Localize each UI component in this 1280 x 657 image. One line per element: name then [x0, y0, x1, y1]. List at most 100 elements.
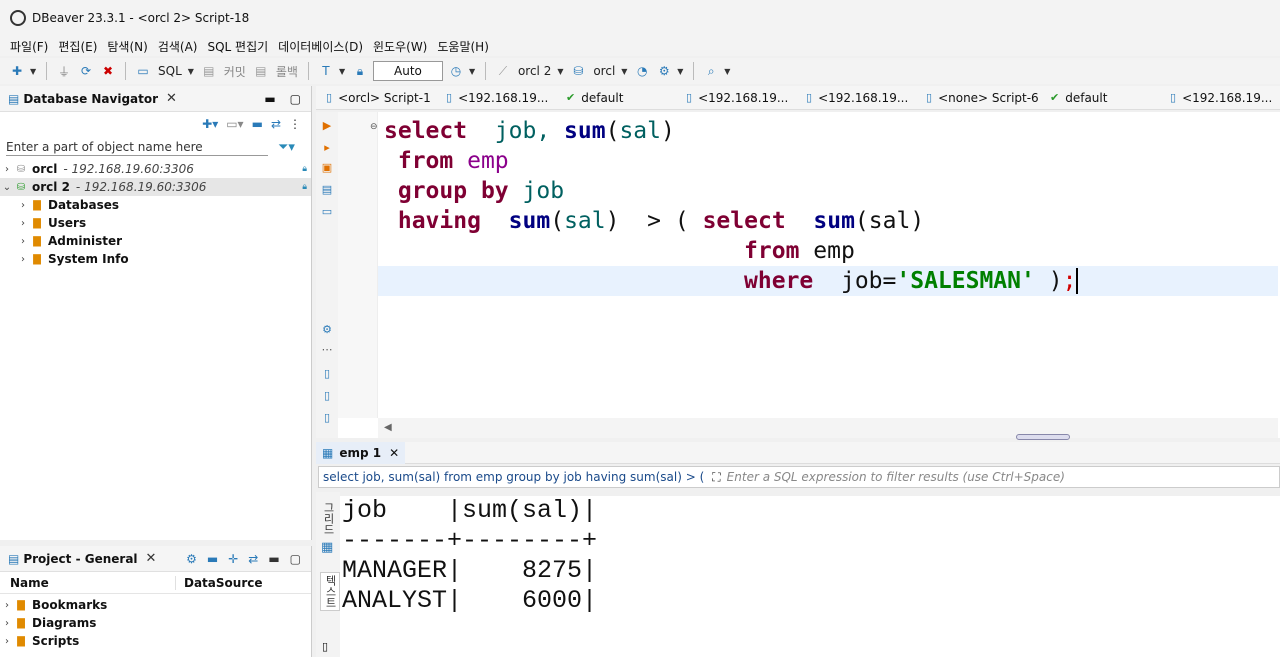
sql-editor-icon[interactable]: ▭ [134, 62, 152, 80]
transaction-mode-combo[interactable]: Auto [372, 61, 443, 81]
menu-file[interactable]: 파일(F) [5, 38, 53, 55]
expand-chevron-icon[interactable]: › [16, 236, 30, 247]
close-icon[interactable]: ✕ [389, 446, 399, 460]
search-icon[interactable]: ⌕ [702, 62, 720, 80]
history-dropdown-icon[interactable]: ▼ [469, 67, 477, 76]
export-icon[interactable]: ▯ [320, 366, 334, 380]
splitter-handle[interactable] [1016, 434, 1070, 440]
fold-collapse-icon[interactable]: ⊖ [370, 122, 378, 132]
settings-icon[interactable]: ⚙ [655, 62, 673, 80]
editor-horizontal-scrollbar[interactable]: ◀ [378, 418, 1278, 438]
search-dropdown-icon[interactable]: ▼ [724, 67, 732, 76]
connect-plug-icon[interactable]: ⏚ [55, 62, 73, 80]
commit-icon[interactable]: ▤ [200, 62, 218, 80]
collapse-all-icon[interactable]: ▬ [252, 117, 263, 131]
tree-item-administer[interactable]: › ▇ Administer [0, 232, 311, 250]
tab-192-3[interactable]: ▯ <192.168.19... [796, 91, 916, 105]
menu-help[interactable]: 도움말(H) [432, 38, 494, 55]
schema-database-icon[interactable]: ⛁ [569, 62, 587, 80]
rollback-icon[interactable]: ▤ [252, 62, 270, 80]
expand-filter-icon[interactable]: ⛶ [712, 470, 720, 485]
expand-icon[interactable]: ✛ [228, 552, 238, 566]
execute-in-new-tab-icon[interactable]: ▸ [320, 140, 334, 154]
active-schema-selector[interactable]: orcl [591, 64, 617, 78]
tab-emp-1[interactable]: ▦ emp 1 ✕ [316, 441, 406, 464]
project-title[interactable]: Project - General [23, 552, 137, 566]
sql-editor[interactable]: ▶ ▸ ▣ ▤ ▭ ⚙ ⋯ ▯ ▯ ▯ ⊖ select job, sum(sa… [316, 112, 1280, 440]
commit-button[interactable]: 커밋 [222, 63, 248, 80]
link-with-editor-icon[interactable]: ⇄ [271, 117, 281, 131]
menu-database[interactable]: 데이터베이스(D) [273, 38, 368, 55]
view-menu-icon[interactable]: ⋮ [289, 117, 301, 131]
navigator-filter-input[interactable] [6, 138, 268, 156]
disconnect-icon[interactable]: ✖ [99, 62, 117, 80]
history-icon[interactable]: ◷ [447, 62, 465, 80]
tab-default-2[interactable]: ✔ default [1040, 91, 1160, 105]
results-text-view[interactable]: job |sum(sal)| -------+--------+ MANAGER… [340, 496, 1280, 657]
menu-sql-editor[interactable]: SQL 편집기 [202, 38, 273, 55]
execute-statement-icon[interactable]: ▶ [320, 118, 334, 132]
tree-item-users[interactable]: › ▇ Users [0, 214, 311, 232]
maximize-icon[interactable]: ▢ [290, 552, 301, 566]
terminal-icon[interactable]: ▭ [320, 204, 334, 218]
expand-chevron-icon[interactable]: › [0, 636, 14, 647]
grid-icon[interactable]: ▦ [321, 540, 333, 555]
sql-button[interactable]: SQL [156, 64, 184, 78]
grid-view-toggle[interactable]: 그리드 [320, 502, 336, 535]
tab-192-2[interactable]: ▯ <192.168.19... [676, 91, 796, 105]
new-folder-icon[interactable]: ▭▾ [226, 117, 243, 131]
panels-icon[interactable]: ▯ [322, 640, 328, 653]
new-connection-icon[interactable]: ✚▾ [202, 117, 218, 131]
tab-none-script-6[interactable]: ▯ <none> Script-6 [916, 91, 1040, 105]
tree-item-databases[interactable]: › ▇ Databases [0, 196, 311, 214]
settings-icon[interactable]: ⚙ [320, 322, 334, 336]
project-item-diagrams[interactable]: › ▇ Diagrams [0, 614, 311, 632]
navigator-title[interactable]: Database Navigator [23, 92, 158, 106]
tab-orcl-script-1[interactable]: ▯ <orcl> Script-1 [316, 91, 436, 105]
explain-plan-icon[interactable]: ▤ [320, 182, 334, 196]
transaction-mode-dropdown-icon[interactable]: ▼ [339, 67, 347, 76]
menu-window[interactable]: 윈도우(W) [368, 38, 432, 55]
connection-dropdown-icon[interactable]: ▼ [557, 67, 565, 76]
tree-item-system-info[interactable]: › ▇ System Info [0, 250, 311, 268]
results-filter-input[interactable]: Enter a SQL expression to filter results… [727, 470, 1065, 484]
close-icon[interactable]: ✕ [166, 91, 177, 106]
minimize-icon[interactable]: ▬ [268, 552, 279, 566]
new-connection-icon[interactable]: ✚ [8, 62, 26, 80]
close-icon[interactable]: ✕ [146, 551, 157, 566]
menu-edit[interactable]: 편집(E) [53, 38, 102, 55]
schema-dropdown-icon[interactable]: ▼ [621, 67, 629, 76]
column-name[interactable]: Name [0, 575, 176, 590]
sql-dropdown-icon[interactable]: ▼ [188, 67, 196, 76]
new-connection-dropdown-icon[interactable]: ▼ [30, 67, 38, 76]
expand-chevron-icon[interactable]: › [0, 618, 14, 629]
minimize-icon[interactable]: ▬ [264, 92, 275, 106]
project-item-bookmarks[interactable]: › ▇ Bookmarks [0, 596, 311, 614]
project-item-scripts[interactable]: › ▇ Scripts [0, 632, 311, 650]
menu-navigate[interactable]: 탐색(N) [102, 38, 152, 55]
tree-item-orcl-2[interactable]: ⌄ ⛁ orcl 2 - 192.168.19.60:3306 🔒︎ [0, 178, 311, 196]
more-icon[interactable]: ⋯ [320, 342, 334, 356]
column-datasource[interactable]: DataSource [176, 576, 263, 590]
format-icon[interactable]: ▯ [320, 410, 334, 424]
query-text[interactable]: select job, sum(sal) from emp group by j… [319, 470, 704, 484]
expand-chevron-icon[interactable]: › [16, 200, 30, 211]
active-connection-selector[interactable]: orcl 2 [516, 64, 553, 78]
tree-item-orcl[interactable]: › ⛁ orcl - 192.168.19.60:3306 🔒︎ [0, 160, 311, 178]
settings-dropdown-icon[interactable]: ▼ [677, 67, 685, 76]
sql-code[interactable]: select job, sum(sal) from emp group by j… [378, 116, 1278, 296]
connection-selector-icon[interactable]: ⟋ [494, 62, 512, 80]
configure-icon[interactable]: ⚙ [186, 552, 197, 566]
link-with-editor-icon[interactable]: ⇄ [248, 552, 258, 566]
maximize-icon[interactable]: ▢ [290, 92, 301, 106]
scroll-left-icon[interactable]: ◀ [384, 422, 392, 433]
execute-script-icon[interactable]: ▣ [320, 160, 334, 174]
expand-chevron-icon[interactable]: › [0, 600, 14, 611]
transaction-mode-icon[interactable]: T [317, 62, 335, 80]
rollback-button[interactable]: 롤백 [274, 63, 300, 80]
expand-chevron-icon[interactable]: › [0, 164, 14, 175]
expand-chevron-icon[interactable]: › [16, 254, 30, 265]
tab-default-1[interactable]: ✔ default [556, 91, 676, 105]
menu-search[interactable]: 검색(A) [153, 38, 203, 55]
reconnect-icon[interactable]: ⟳ [77, 62, 95, 80]
